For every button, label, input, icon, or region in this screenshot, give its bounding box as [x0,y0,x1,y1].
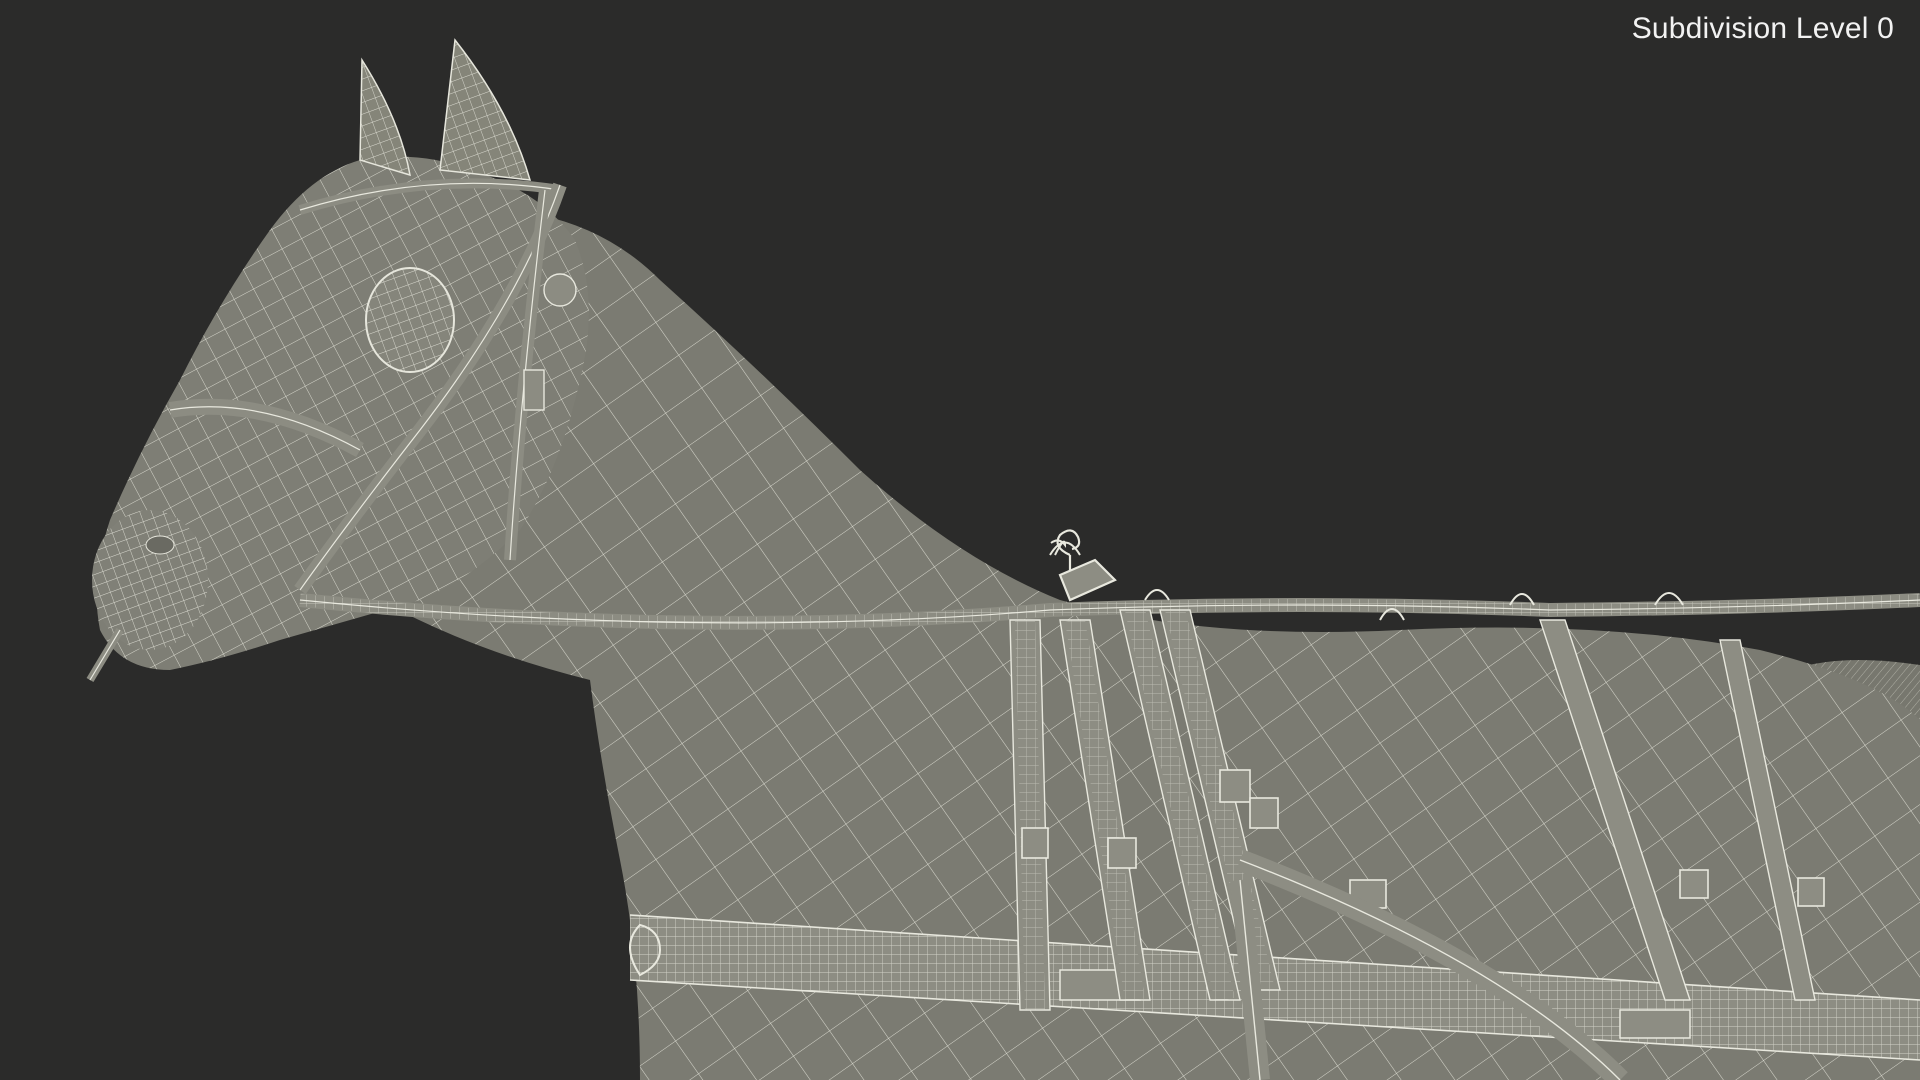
3d-viewport[interactable]: Subdivision Level 0 [0,0,1920,1080]
horse-ears [359,38,532,181]
subdivision-level-label: Subdivision Level 0 [1631,12,1894,45]
check-hook [1056,529,1117,602]
wireframe-render [86,38,1920,1080]
